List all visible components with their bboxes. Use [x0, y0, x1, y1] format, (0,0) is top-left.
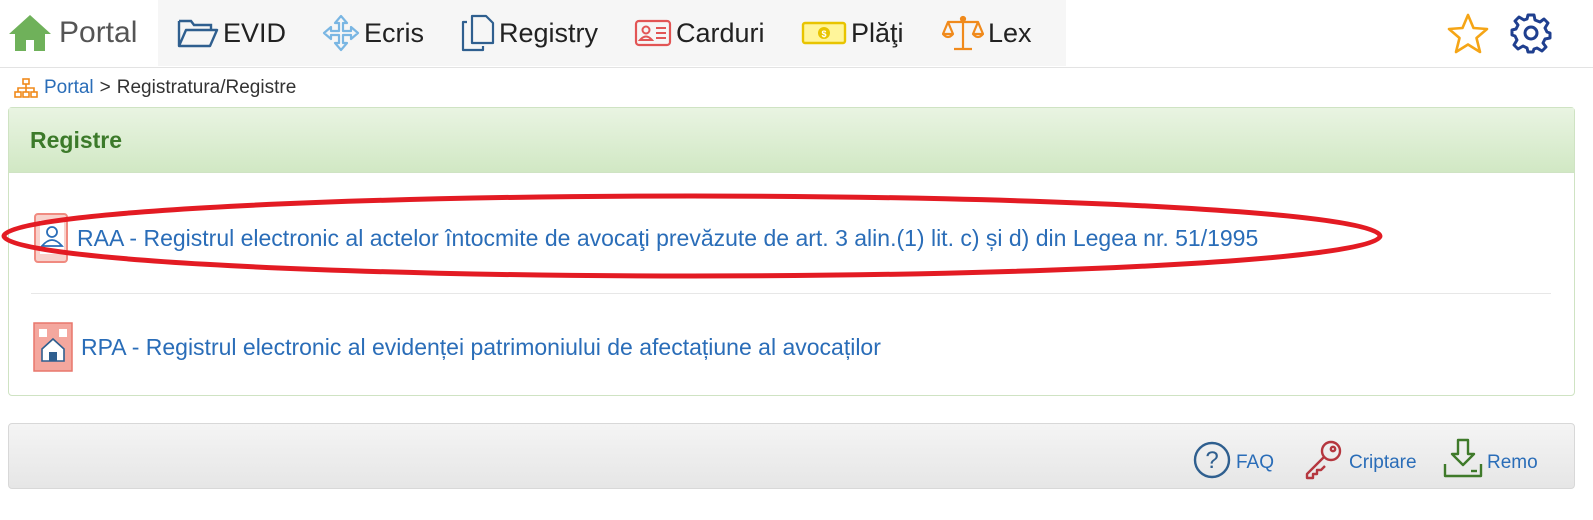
- breadcrumb-separator: >: [99, 77, 111, 98]
- settings-button[interactable]: [1510, 12, 1552, 59]
- breadcrumb-portal-link[interactable]: Portal: [44, 77, 94, 99]
- nav-lex-label: Lex: [988, 17, 1032, 48]
- sitemap-icon: [14, 78, 38, 98]
- nav-lex[interactable]: Lex: [942, 0, 1032, 66]
- nav-registry[interactable]: Registry: [461, 0, 598, 66]
- breadcrumb-current: Registratura/Registre: [116, 77, 297, 98]
- nav-plati-label: Plăţi: [851, 17, 904, 48]
- nav-carduri[interactable]: Carduri: [634, 0, 765, 66]
- nav-evid[interactable]: EVID: [177, 0, 286, 66]
- remo-label: Remo: [1487, 452, 1538, 473]
- nav-portal-label: Portal: [59, 16, 138, 49]
- breadcrumb: Portal > Registratura/Registre: [14, 76, 296, 100]
- remo-link[interactable]: Remo: [1443, 434, 1538, 480]
- banknote-icon: $: [801, 21, 847, 45]
- gear-icon: [1510, 13, 1552, 54]
- nav-ecris-label: Ecris: [364, 17, 424, 48]
- faq-label: FAQ: [1236, 452, 1275, 473]
- favorites-button[interactable]: [1446, 12, 1490, 61]
- user-document-icon: [34, 213, 68, 263]
- faq-link[interactable]: ? FAQ: [1192, 434, 1274, 480]
- id-card-icon: [634, 19, 672, 47]
- nav-registry-label: Registry: [499, 17, 599, 48]
- home-icon: [9, 15, 51, 51]
- star-icon: [1447, 13, 1489, 54]
- register-raa-link[interactable]: RAA - Registrul electronic al actelor în…: [31, 212, 1258, 264]
- svg-text:?: ?: [1205, 447, 1218, 474]
- building-icon: [33, 322, 73, 372]
- criptare-link[interactable]: Criptare: [1303, 434, 1417, 480]
- top-navigation: Portal EVID Ecris Registry Carduri $ Plă…: [0, 0, 1593, 68]
- copy-documents-icon: [461, 14, 495, 52]
- row-divider: [31, 293, 1551, 294]
- download-tray-icon: [1443, 438, 1483, 478]
- register-raa-label: RAA - Registrul electronic al actelor în…: [77, 224, 1259, 251]
- registre-panel: Registre RAA - Registrul electronic al a…: [8, 107, 1575, 396]
- footer-bar: ? FAQ Criptare Remo: [8, 423, 1575, 489]
- nav-carduri-label: Carduri: [676, 17, 765, 48]
- folder-open-icon: [177, 19, 219, 48]
- key-icon: [1305, 440, 1342, 480]
- register-rpa-label: RPA - Registrul electronic al evidenței …: [81, 333, 881, 360]
- nav-strip: [158, 0, 1066, 66]
- svg-text:$: $: [821, 29, 826, 39]
- question-circle-icon: ?: [1193, 441, 1231, 479]
- nav-evid-label: EVID: [223, 17, 287, 48]
- nav-ecris[interactable]: Ecris: [322, 0, 424, 66]
- scales-icon: [942, 15, 984, 51]
- register-rpa-link[interactable]: RPA - Registrul electronic al evidenței …: [31, 321, 881, 373]
- nav-plati[interactable]: $ Plăţi: [801, 0, 904, 66]
- move-arrows-icon: [322, 14, 360, 52]
- criptare-label: Criptare: [1349, 452, 1417, 473]
- panel-title: Registre: [9, 108, 1574, 173]
- nav-portal[interactable]: Portal: [7, 0, 137, 66]
